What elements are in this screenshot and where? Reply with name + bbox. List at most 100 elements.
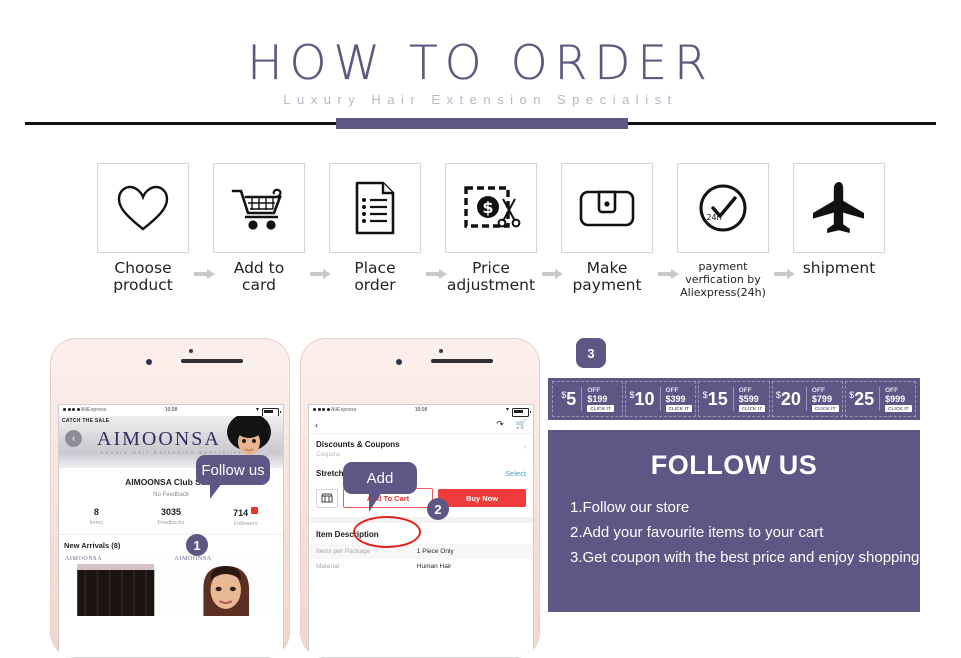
follow-us-title: FOLLOW US — [650, 450, 818, 480]
step-shipment: shipment — [792, 163, 886, 277]
thumbnail-watermark: AIMOONSA — [65, 556, 103, 562]
coupon-item[interactable]: $10 OFF $399 CLICK IT — [625, 381, 697, 417]
back-chevron-icon[interactable]: ‹ — [65, 430, 82, 447]
coupon-click-it-button[interactable]: CLICK IT — [885, 404, 912, 412]
phone-screen: AliExpress 16:08 ▾ CATCH THE SALE ‹ AIMO… — [58, 404, 284, 658]
coupon-click-it-button[interactable]: CLICK IT — [587, 404, 614, 412]
coupon-amount: $5 — [561, 389, 577, 409]
status-time: 16:08 — [164, 406, 178, 413]
earpiece-speaker — [431, 359, 493, 363]
description-key: Items per Package — [316, 548, 371, 555]
model-portrait-image — [172, 554, 279, 616]
wallet-icon — [579, 190, 635, 227]
stat-followers[interactable]: 714 Followers — [208, 507, 283, 527]
buy-now-button[interactable]: Buy Now — [438, 489, 526, 507]
coupon-amount: $20 — [775, 389, 801, 409]
share-icon[interactable]: ↷ — [496, 419, 504, 430]
phone-mockup-product: AliExpress 16:08 ▾ ‹ ↷ 🛒 Discounts & Cou… — [300, 338, 540, 658]
description-value: Human Hair — [416, 563, 452, 570]
coupon-item[interactable]: $20 OFF $799 CLICK IT — [771, 381, 843, 417]
page-subtitle: Luxury Hair Extension Specialist — [283, 92, 678, 107]
store-logo: AIMOONSA — [97, 428, 221, 450]
svg-text:24h: 24h — [706, 213, 721, 222]
section-subtitle: Coupons — [316, 452, 341, 458]
coupon-divider — [659, 387, 661, 411]
step-make-payment: Make payment — [560, 163, 654, 294]
description-row: Material Human Hair — [309, 559, 533, 574]
coupon-item[interactable]: $5 OFF $199 CLICK IT — [552, 381, 624, 417]
clock-check-icon: 24h — [699, 184, 747, 232]
step-label: Price adjustment — [446, 259, 536, 294]
callout-text: Follow us — [201, 461, 265, 479]
follow-us-item: 1.Follow our store — [570, 499, 690, 516]
coupon-divider — [805, 387, 807, 411]
section-title: Discounts & Coupons — [316, 440, 400, 449]
document-icon — [355, 181, 395, 235]
stat-feedbacks[interactable]: 3035 Feedbacks — [134, 507, 209, 527]
steps-row: Choose product Add to card Place order $… — [96, 163, 886, 299]
stat-value: 714 — [208, 507, 283, 518]
step-label: Make payment — [572, 259, 642, 294]
proximity-sensor-icon — [189, 349, 193, 353]
store-feedback: No Feedback — [153, 492, 189, 498]
step-icon-box — [329, 163, 421, 253]
coupon-scissors-icon: $ — [464, 186, 521, 228]
callout-tail — [210, 483, 222, 499]
follow-us-list: 1.Follow our store 2.Add your favourite … — [548, 495, 920, 570]
store-stats: 8 Items 3035 Feedbacks 714 Followers — [59, 507, 283, 535]
stat-items[interactable]: 8 Items — [59, 507, 134, 527]
coupon-item[interactable]: $15 OFF $599 CLICK IT — [698, 381, 770, 417]
coupon-divider — [879, 387, 881, 411]
coupon-click-it-button[interactable]: CLICK IT — [665, 404, 693, 412]
discounts-coupons-section[interactable]: Discounts & Coupons Coupons › — [309, 434, 533, 462]
description-value: 1 Piece Only — [416, 548, 454, 555]
stat-label: Followers — [233, 521, 258, 527]
step-badge-2: 2 — [427, 498, 449, 520]
coupon-off-label: OFF — [587, 386, 601, 394]
earpiece-speaker — [181, 359, 243, 363]
front-camera-icon — [396, 359, 402, 365]
coupon-click-it-button[interactable]: CLICK IT — [811, 404, 839, 412]
page-title: HOW TO ORDER — [247, 36, 714, 91]
proximity-sensor-icon — [439, 349, 443, 353]
step-icon-box — [213, 163, 305, 253]
product-thumbnail[interactable]: AIMOONSA — [63, 554, 170, 616]
cart-icon — [231, 188, 282, 230]
storefront-icon[interactable] — [316, 488, 338, 508]
infographic-root: HOW TO ORDER Luxury Hair Extension Speci… — [0, 0, 961, 658]
add-callout: Add — [343, 462, 417, 512]
product-thumbnail[interactable]: AIMOONSA — [172, 554, 279, 616]
status-bar: AliExpress 16:08 ▾ — [59, 405, 283, 417]
phone-mockup-store: AliExpress 16:08 ▾ CATCH THE SALE ‹ AIMO… — [50, 338, 290, 658]
front-camera-icon — [146, 359, 152, 365]
select-link[interactable]: Select — [505, 469, 526, 478]
wifi-icon: ▾ — [255, 407, 259, 413]
step-label: Choose product — [113, 259, 173, 294]
callout-tail — [369, 492, 382, 512]
coupon-item[interactable]: $25 OFF $999 CLICK IT — [844, 381, 917, 417]
coupon-amount: $15 — [702, 389, 728, 409]
step-icon-box — [561, 163, 653, 253]
wifi-icon: ▾ — [505, 407, 509, 413]
phone-bezel — [300, 338, 540, 374]
sale-tag: CATCH THE SALE — [62, 418, 110, 424]
coupon-min-spend: $999 — [885, 393, 906, 404]
followers-badge-icon — [251, 507, 259, 514]
airplane-icon — [813, 182, 864, 233]
coupon-min-spend: $799 — [811, 393, 832, 404]
coupon-divider — [581, 387, 583, 411]
coupon-click-it-button[interactable]: CLICK IT — [738, 404, 766, 412]
hair-bundle-image — [63, 554, 170, 616]
header-divider-accent — [336, 118, 628, 129]
cart-icon[interactable]: 🛒 — [516, 419, 527, 430]
coupon-amount: $10 — [629, 389, 655, 409]
coupon-divider — [732, 387, 734, 411]
thumbnail-watermark: AIMOONSA — [174, 556, 212, 562]
svg-text:$: $ — [482, 198, 493, 217]
description-row: Items per Package 1 Piece Only — [309, 544, 533, 559]
back-chevron-icon[interactable]: ‹ — [315, 420, 318, 430]
step-label: shipment — [802, 259, 876, 277]
stat-label: Items — [89, 520, 104, 526]
step-icon-box — [97, 163, 189, 253]
chevron-right-icon: › — [523, 442, 526, 451]
